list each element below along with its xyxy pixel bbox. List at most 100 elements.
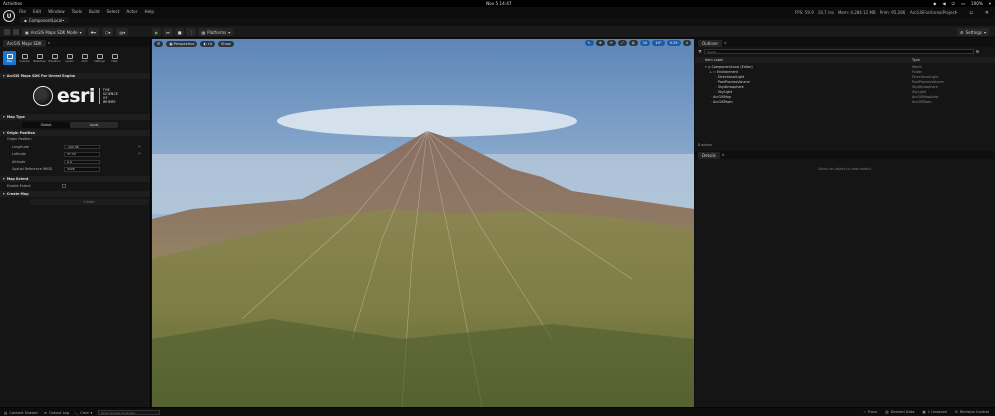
outliner-item: ◦ SkyAtmosphere: [715, 85, 744, 89]
rotate-tool-icon[interactable]: ⟳: [606, 40, 616, 46]
origin-field-input[interactable]: 37.79: [64, 152, 100, 157]
perspective-button[interactable]: ▣ Perspective: [166, 40, 198, 47]
details-empty-message: Select an object to view details.: [817, 167, 873, 171]
world-space-icon[interactable]: ◍: [628, 40, 638, 46]
menu-tools[interactable]: Tools: [72, 9, 82, 14]
scale-snap-button[interactable]: 0.25: [666, 40, 681, 46]
revision-control-button[interactable]: ⊘ Revision Control: [955, 410, 989, 414]
tool-settings[interactable]: Settings: [93, 51, 106, 65]
add-actor-button[interactable]: ✚▾: [87, 28, 99, 36]
origin-field-input[interactable]: 0.0: [64, 159, 100, 164]
level-viewport[interactable]: ☰ ▣ Perspective ◐ Lit Show ↖ ✥ ⟳ ⤢ ◍ 10 …: [152, 39, 694, 407]
close-icon[interactable]: ✕: [722, 153, 725, 157]
show-button[interactable]: Show: [218, 40, 234, 47]
browse-icon[interactable]: [13, 29, 19, 35]
cmd-selector[interactable]: ›_ Cmd ▾: [75, 411, 92, 415]
menu-actor[interactable]: Actor: [126, 9, 137, 14]
map-type-section[interactable]: ▾ Map Type: [0, 114, 150, 120]
viewport-menu-button[interactable]: ☰: [154, 40, 164, 47]
trace-button[interactable]: ⌁ Trace: [863, 410, 877, 414]
details-tab[interactable]: Details: [698, 151, 720, 159]
maximize-icon[interactable]: ▫: [969, 10, 972, 16]
tool-label: Map: [6, 59, 13, 63]
battery-icon: ▭: [960, 1, 965, 6]
scale-tool-icon[interactable]: ⤢: [617, 40, 627, 46]
cmd-label: Cmd: [80, 410, 89, 415]
unreal-logo-icon[interactable]: U: [3, 10, 15, 22]
status-right: ⌁ Trace ▥ Derived Data ▣ 1 Unsaved ⊘ Revisio…: [863, 410, 989, 414]
tool-help[interactable]: Help: [108, 51, 121, 65]
menu-select[interactable]: Select: [106, 9, 119, 14]
minimize-icon[interactable]: –: [955, 10, 958, 16]
save-icon[interactable]: [4, 29, 10, 35]
lit-button[interactable]: ◐ Lit: [200, 40, 216, 47]
origin-field-input[interactable]: -122.38: [64, 144, 100, 149]
skip-button[interactable]: ⏭: [163, 28, 173, 36]
system-tray[interactable]: ◆ ◀ ⏻ ▭ 100% ▾: [933, 0, 991, 7]
map-type-local[interactable]: Local: [70, 122, 118, 128]
panel-tab-bar: ArcGIS Maps SDK ✕: [0, 39, 150, 47]
rotation-snap-button[interactable]: 10°: [652, 40, 665, 46]
grid-snap-button[interactable]: 10: [639, 40, 651, 46]
outliner-tree: ▾ ◍ ComponentLocal (Editor) World ▸ ▭ Envi…: [695, 65, 995, 105]
menu-edit[interactable]: Edit: [33, 9, 41, 14]
derived-data-button[interactable]: ▥ Derived Data: [885, 410, 914, 414]
create-map-button[interactable]: Create: [30, 199, 148, 205]
origin-field-input[interactable]: 4326: [64, 167, 100, 172]
map-type-global[interactable]: Global: [22, 122, 70, 128]
enable-extent-label: Enable Extent: [7, 184, 31, 188]
origin-subgroup[interactable]: Origin Position: [0, 136, 150, 142]
create-map-section[interactable]: ▾ Create Map: [0, 191, 150, 197]
outliner-item-label: DirectionalLight: [718, 75, 745, 79]
outliner-tab[interactable]: Outliner: [698, 39, 723, 47]
stop-button[interactable]: ■: [174, 28, 185, 36]
outliner-column-label[interactable]: Item Label: [705, 58, 723, 62]
battery-level: 100%: [970, 1, 983, 6]
settings-button[interactable]: ⚙ Settings ▾: [956, 28, 989, 36]
tool-auth[interactable]: Auth: [78, 51, 91, 65]
platforms-button[interactable]: ▦ Platforms ▾: [198, 28, 234, 36]
camera-speed-button[interactable]: 4: [682, 40, 691, 46]
close-icon[interactable]: ✕: [48, 41, 51, 45]
console-command-input[interactable]: [98, 410, 161, 415]
tool-camera[interactable]: Camera: [18, 51, 31, 65]
settings-label: Settings: [965, 29, 982, 35]
mode-selector[interactable]: ▣ ArcGIS Maps SDK Mode ▾: [22, 28, 85, 36]
move-tool-icon[interactable]: ✥: [595, 40, 605, 46]
menu-file[interactable]: File: [19, 9, 26, 14]
outliner-column-type[interactable]: Type: [912, 58, 920, 62]
cinematics-button[interactable]: ▤▾: [116, 28, 129, 36]
tool-elevation[interactable]: Elevation: [48, 51, 61, 65]
enable-extent-checkbox[interactable]: [62, 184, 66, 188]
play-button[interactable]: ▶: [152, 28, 162, 36]
arcgis-panel-tab[interactable]: ArcGIS Maps SDK: [3, 39, 46, 47]
filter-icon[interactable]: ⧩: [698, 49, 702, 54]
activities-button[interactable]: Activities: [3, 1, 22, 6]
reset-icon[interactable]: ↶: [138, 152, 141, 156]
menu-help[interactable]: Help: [144, 9, 154, 14]
camera-speed-value: 4: [685, 41, 688, 45]
select-tool-icon[interactable]: ↖: [584, 40, 594, 46]
show-label: Show: [221, 41, 231, 46]
tool-map[interactable]: Map: [3, 51, 16, 65]
menu-build[interactable]: Build: [89, 9, 100, 14]
system-clock[interactable]: Nov 5 14:47: [486, 1, 512, 6]
close-icon[interactable]: ✕: [985, 10, 989, 16]
tool-layers[interactable]: Layers: [63, 51, 76, 65]
reset-icon[interactable]: ↶: [138, 145, 141, 149]
play-options-button[interactable]: ⋮: [186, 28, 197, 36]
output-log-button[interactable]: ≡ Output Log: [44, 411, 69, 415]
menu-window[interactable]: Window: [48, 9, 65, 14]
level-tab[interactable]: ▪ ComponentLocal•: [20, 17, 69, 23]
content-drawer-label: Content Drawer: [9, 410, 38, 415]
outliner-search-input[interactable]: [703, 49, 974, 54]
outliner-settings-icon[interactable]: ⚙: [976, 49, 980, 54]
blueprint-button[interactable]: ⬡▾: [101, 28, 114, 36]
content-drawer-button[interactable]: ▤ Content Drawer: [4, 411, 38, 415]
tool-basemap[interactable]: Basemap: [33, 51, 46, 65]
tagline-line: WHERE: [102, 100, 116, 104]
outliner-row[interactable]: ◦ ArcGISPawn ArcGISPawn: [695, 100, 995, 105]
close-icon[interactable]: ✕: [724, 41, 727, 45]
map-extent-section[interactable]: ▾ Map Extent: [0, 176, 150, 182]
unsaved-button[interactable]: ▣ 1 Unsaved: [922, 410, 946, 414]
